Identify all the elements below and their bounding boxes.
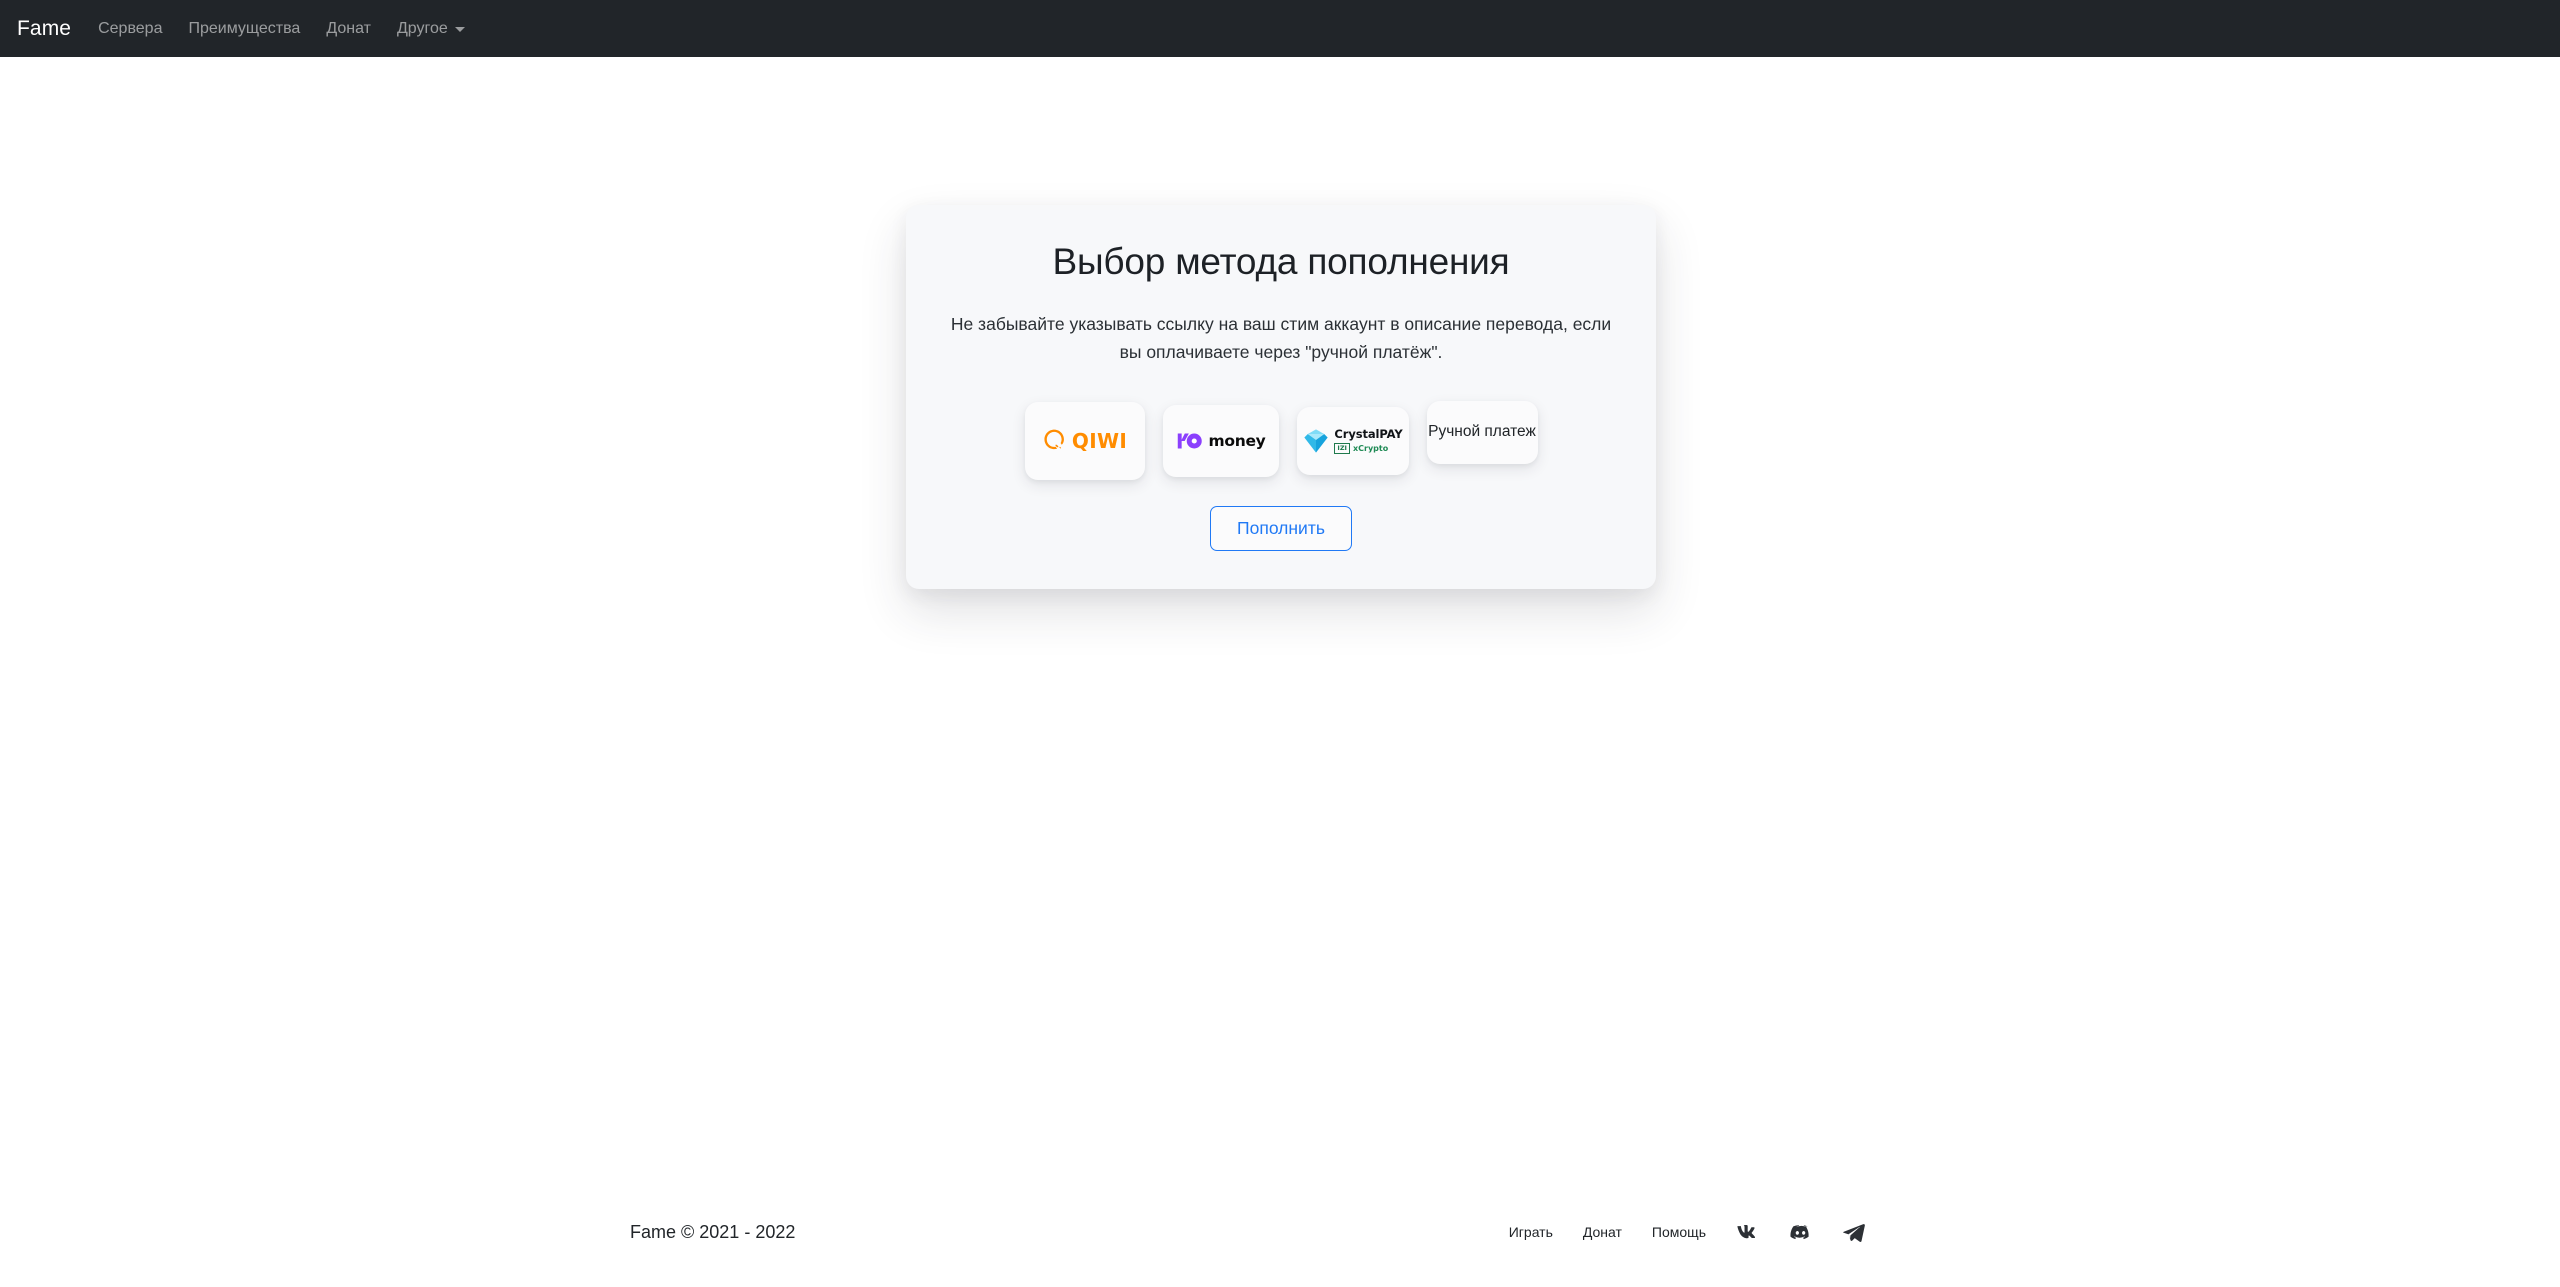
manual-payment-label: Ручной платеж xyxy=(1428,423,1536,441)
discord-glyph xyxy=(1790,1224,1809,1239)
crystalpay-subline: IZI xCrypto xyxy=(1334,443,1402,455)
crystal-diamond-icon xyxy=(1304,429,1329,453)
footer-link-donate[interactable]: Донат xyxy=(1583,1224,1622,1240)
nav-item-donate[interactable]: Донат xyxy=(313,12,384,46)
yoomoney-logo-icon: money xyxy=(1176,432,1266,450)
footer-copyright: Fame © 2021 - 2022 xyxy=(630,1221,796,1242)
payment-method-manual[interactable]: Ручной платеж xyxy=(1426,400,1538,464)
vk-icon[interactable] xyxy=(1736,1221,1759,1244)
nav-item-donate-label: Донат xyxy=(326,19,371,37)
yoo-mark-icon xyxy=(1177,433,1202,449)
xcrypto-label: xCrypto xyxy=(1352,443,1389,453)
nav-item-advantages[interactable]: Преимущества xyxy=(175,12,313,46)
page-body: Выбор метода пополнения Не забывайте ука… xyxy=(0,57,2560,1287)
telegram-icon[interactable] xyxy=(1842,1221,1865,1244)
crystalpay-logo-icon: CrystalPAY IZI xCrypto xyxy=(1302,427,1403,455)
yoomoney-label: money xyxy=(1208,431,1266,450)
footer-links-group: Играть Донат Помощь xyxy=(1509,1221,2470,1244)
payment-method-crystalpay[interactable]: CrystalPAY IZI xCrypto xyxy=(1296,406,1409,475)
qiwi-bird-icon xyxy=(1044,429,1064,449)
submit-row: Пополнить xyxy=(942,505,1620,551)
topup-button[interactable]: Пополнить xyxy=(1210,505,1352,551)
payment-method-yoomoney[interactable]: money xyxy=(1162,404,1279,477)
footer-link-play[interactable]: Играть xyxy=(1509,1224,1553,1240)
page-footer: Fame © 2021 - 2022 Играть Донат Помощь xyxy=(0,1177,2560,1287)
nav-item-advantages-label: Преимущества xyxy=(188,19,301,37)
payment-method-qiwi[interactable]: QIWI xyxy=(1024,401,1145,480)
payment-methods-list: QIWI money CrystalPAY IZI xCrypto Ручной… xyxy=(942,393,1620,480)
nav-item-other-label: Другое xyxy=(396,19,448,37)
chevron-down-icon xyxy=(454,27,465,32)
izi-badge: IZI xyxy=(1334,443,1350,455)
crystalpay-label: CrystalPAY xyxy=(1334,427,1403,442)
page-title: Выбор метода пополнения xyxy=(1052,241,1510,282)
telegram-glyph xyxy=(1843,1223,1865,1242)
crystalpay-text-block: CrystalPAY IZI xCrypto xyxy=(1334,427,1403,455)
card-subtitle: Не забывайте указывать ссылку на ваш сти… xyxy=(950,314,1612,363)
nav-links: Сервера Преимущества Донат Другое xyxy=(85,12,478,46)
qiwi-logo-icon: QIWI xyxy=(1042,428,1127,454)
nav-item-servers-label: Сервера xyxy=(98,19,163,37)
nav-item-other[interactable]: Другое xyxy=(384,12,478,46)
qiwi-label: QIWI xyxy=(1071,428,1128,453)
nav-item-servers[interactable]: Сервера xyxy=(85,12,175,46)
top-navbar: Fame Сервера Преимущества Донат Другое xyxy=(0,0,2560,57)
discord-icon[interactable] xyxy=(1789,1221,1812,1244)
footer-link-help[interactable]: Помощь xyxy=(1652,1224,1706,1240)
payment-method-card: Выбор метода пополнения Не забывайте ука… xyxy=(906,205,1656,589)
vk-glyph xyxy=(1737,1224,1756,1238)
brand-logo[interactable]: Fame xyxy=(12,17,85,41)
